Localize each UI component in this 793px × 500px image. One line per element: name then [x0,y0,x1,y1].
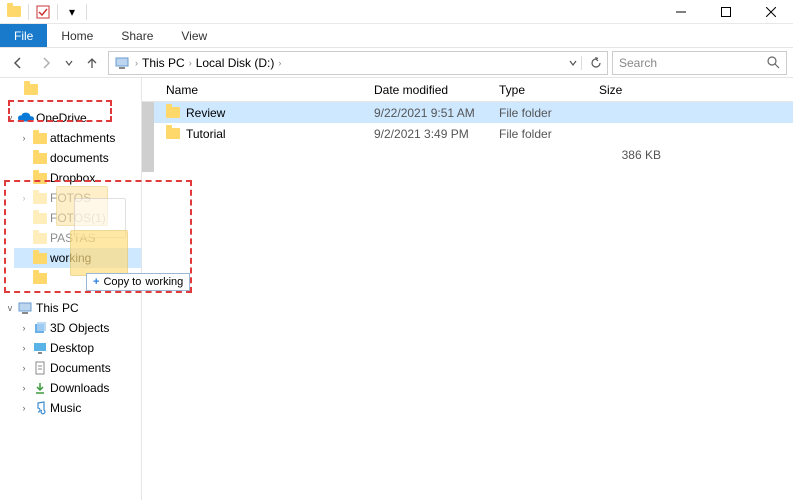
tab-home[interactable]: Home [47,24,107,47]
tree-label: OneDrive [36,111,87,125]
tree-item-desktop[interactable]: ›Desktop [14,338,141,358]
tree-item-attachments[interactable]: ›attachments [14,128,141,148]
pc-icon[interactable] [113,56,133,70]
file-list-area[interactable]: Name Date modified Type Size Review 9/22… [142,78,793,500]
onedrive-icon [18,110,34,126]
refresh-button[interactable] [581,56,603,70]
file-type: File folder [499,127,599,141]
close-button[interactable] [748,0,793,24]
tree-item-documents[interactable]: documents [14,148,141,168]
expand-icon[interactable]: › [18,363,30,373]
file-type: File folder [499,106,599,120]
maximize-button[interactable] [703,0,748,24]
file-row[interactable]: Review 9/22/2021 9:51 AM File folder [154,102,793,123]
folder-icon [32,170,48,186]
tree-item-music[interactable]: ›Music [14,398,141,418]
column-name[interactable]: Name [154,78,374,101]
drop-action: Copy to [103,276,141,288]
address-bar[interactable]: › This PC › Local Disk (D:) › [108,51,608,75]
file-date: 9/2/2021 3:49 PM [374,127,499,141]
3d-objects-icon [32,320,48,336]
search-input[interactable]: Search [612,51,787,75]
file-tab[interactable]: File [0,24,47,47]
chevron-right-icon[interactable]: › [189,58,192,68]
expand-icon[interactable]: › [18,343,30,353]
tree-item-dropbox[interactable]: Dropbox [14,168,141,188]
folder-icon[interactable] [4,3,24,21]
expand-icon[interactable]: v [4,113,16,123]
tree-item-working[interactable]: working [14,248,141,268]
tree-item-fotos[interactable]: ›FOTOS [14,188,141,208]
drop-tooltip: + Copy to working [86,273,190,291]
folder-icon [32,230,48,246]
scrollbar[interactable] [142,102,154,172]
forward-button[interactable] [34,51,58,75]
expand-icon[interactable]: › [18,133,30,143]
tree-item-fotos1[interactable]: FOTOS(1) [14,208,141,228]
column-date[interactable]: Date modified [374,78,499,101]
tree-item-onedrive[interactable]: v OneDrive [0,108,141,128]
navigation-bar: › This PC › Local Disk (D:) › Search [0,48,793,78]
column-headers: Name Date modified Type Size [142,78,793,102]
chevron-right-icon[interactable]: › [135,58,138,68]
tree-item-pastas[interactable]: PASTAS [14,228,141,248]
folder-icon [32,130,48,146]
minimize-button[interactable] [658,0,703,24]
file-name: Tutorial [154,127,374,141]
search-placeholder: Search [619,56,657,70]
folder-icon [32,150,48,166]
back-button[interactable] [6,51,30,75]
breadcrumb-this-pc[interactable]: This PC [140,56,187,70]
quick-access-toolbar: ▾ [0,3,93,21]
tree-item-documents[interactable]: ›Documents [14,358,141,378]
search-icon[interactable] [767,56,780,69]
folder-icon [32,190,48,206]
summary-row: 386 KB [154,144,793,165]
chevron-right-icon[interactable]: › [278,58,281,68]
downloads-icon [32,380,48,396]
folder-icon [32,250,48,266]
properties-icon[interactable] [33,3,53,21]
folder-icon [166,107,180,118]
up-button[interactable] [80,51,104,75]
column-size[interactable]: Size [599,78,669,101]
breadcrumb-local-disk[interactable]: Local Disk (D:) [194,56,277,70]
tree-item-3d-objects[interactable]: ›3D Objects [14,318,141,338]
ribbon: File Home Share View [0,24,793,48]
tree-item-downloads[interactable]: ›Downloads [14,378,141,398]
folder-icon [166,128,180,139]
expand-icon[interactable]: › [18,323,30,333]
expand-icon[interactable]: › [18,193,30,203]
file-name: Review [154,106,374,120]
folder-icon [32,270,48,286]
history-dropdown-icon[interactable] [62,51,76,75]
tree-item-this-pc[interactable]: v This PC [0,298,141,318]
expand-icon[interactable]: › [18,403,30,413]
expand-icon[interactable]: › [18,383,30,393]
drop-target: working [145,276,183,288]
tab-view[interactable]: View [167,24,221,47]
expand-icon[interactable]: v [4,303,16,313]
file-date: 9/22/2021 9:51 AM [374,106,499,120]
title-bar: ▾ [0,0,793,24]
pc-icon [18,300,34,316]
qat-dropdown-icon[interactable]: ▾ [62,3,82,21]
window-controls [658,0,793,24]
documents-icon [32,360,48,376]
music-icon [32,400,48,416]
folder-icon [32,210,48,226]
dropdown-icon[interactable] [559,52,581,74]
file-row[interactable]: Tutorial 9/2/2021 3:49 PM File folder [154,123,793,144]
total-size: 386 KB [599,148,669,162]
column-type[interactable]: Type [499,78,599,101]
desktop-icon [32,340,48,356]
tab-share[interactable]: Share [107,24,167,47]
plus-icon: + [93,276,99,288]
